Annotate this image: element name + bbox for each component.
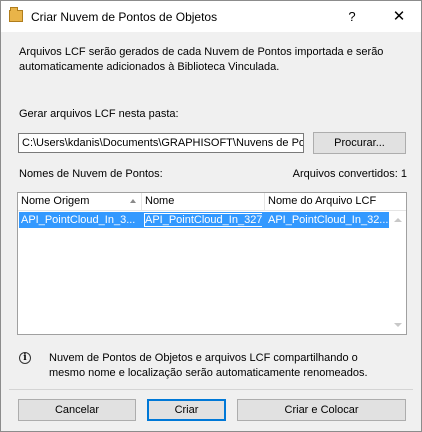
table-row[interactable]: API_PointCloud_In_3... API_PointCloud_In… (19, 212, 389, 228)
folder-icon (9, 7, 23, 22)
folder-label: Gerar arquivos LCF nesta pasta: (19, 108, 179, 120)
column-header-lcf-file[interactable]: Nome do Arquivo LCF (265, 193, 406, 210)
cell-origin-name: API_PointCloud_In_3... (21, 214, 136, 226)
cell-lcf-file: API_PointCloud_In_32... (268, 214, 389, 226)
info-line-1: Arquivos LCF serão gerados de cada Nuvem… (19, 46, 384, 58)
help-button[interactable]: ? (342, 7, 362, 27)
note-line-2: mesmo nome e localização serão automatic… (49, 367, 368, 379)
info-icon: i (19, 352, 31, 364)
create-button[interactable]: Criar (147, 399, 226, 421)
scroll-down-icon[interactable] (394, 323, 402, 327)
rename-note: Nuvem de Pontos de Objetos e arquivos LC… (49, 351, 399, 381)
point-cloud-list[interactable]: Nome Origem Nome Nome do Arquivo LCF API… (17, 192, 407, 335)
folder-path-field[interactable]: C:\Users\kdanis\Documents\GRAPHISOFT\Nuv… (18, 133, 304, 153)
info-line-2: automaticamente adicionados à Biblioteca… (19, 61, 280, 73)
create-and-place-button[interactable]: Criar e Colocar (237, 399, 406, 421)
cell-name-value: API_PointCloud_In_327 (145, 214, 263, 226)
cell-name-edit-field[interactable]: API_PointCloud_In_327 (143, 212, 263, 228)
divider (9, 389, 413, 390)
column-header-origin-label: Nome Origem (21, 195, 90, 207)
cancel-button[interactable]: Cancelar (18, 399, 136, 421)
title-bar: Criar Nuvem de Pontos de Objetos ? ✕ (1, 1, 421, 32)
dialog-window: Criar Nuvem de Pontos de Objetos ? ✕ Arq… (0, 0, 422, 432)
info-text: Arquivos LCF serão gerados de cada Nuvem… (19, 45, 409, 75)
dialog-title: Criar Nuvem de Pontos de Objetos (31, 10, 218, 24)
list-scrollbar[interactable] (389, 211, 406, 334)
list-header: Nome Origem Nome Nome do Arquivo LCF (18, 193, 406, 211)
note-line-1: Nuvem de Pontos de Objetos e arquivos LC… (49, 352, 358, 364)
column-header-origin-name[interactable]: Nome Origem (18, 193, 142, 210)
close-button[interactable]: ✕ (389, 7, 409, 27)
browse-button[interactable]: Procurar... (313, 132, 406, 154)
sort-ascending-icon (130, 199, 136, 203)
scroll-up-icon[interactable] (394, 218, 402, 222)
column-header-name[interactable]: Nome (142, 193, 265, 210)
point-cloud-names-label: Nomes de Nuvem de Pontos: (19, 168, 163, 180)
converted-count: Arquivos convertidos: 1 (292, 168, 407, 180)
